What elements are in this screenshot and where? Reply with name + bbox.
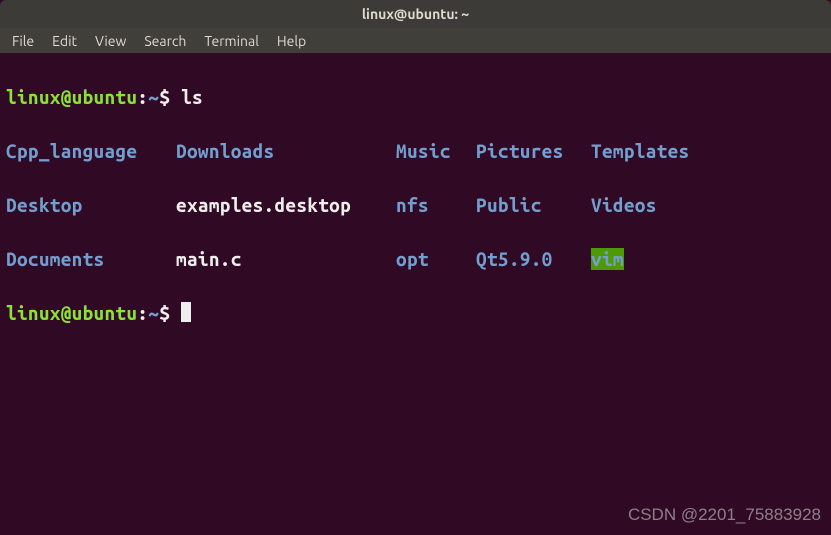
- menu-terminal[interactable]: Terminal: [196, 31, 267, 51]
- entry-opt: opt: [396, 246, 476, 273]
- menu-edit[interactable]: Edit: [44, 31, 85, 51]
- prompt-line-1: linux@ubuntu:~$ ls: [6, 84, 825, 111]
- entry-documents: Documents: [6, 246, 176, 273]
- ls-row-2: Desktopexamples.desktopnfsPublicVideos: [6, 192, 825, 219]
- ls-row-3: Documentsmain.coptQt5.9.0vim: [6, 246, 825, 273]
- terminal-cursor: [181, 302, 191, 322]
- menu-view[interactable]: View: [87, 31, 134, 51]
- menu-file[interactable]: File: [4, 31, 42, 51]
- ls-row-1: Cpp_languageDownloadsMusicPicturesTempla…: [6, 138, 825, 165]
- menu-search[interactable]: Search: [136, 31, 194, 51]
- terminal-output[interactable]: linux@ubuntu:~$ ls Cpp_languageDownloads…: [0, 53, 831, 358]
- entry-videos: Videos: [591, 192, 657, 219]
- prompt-path: ~: [148, 86, 159, 108]
- entry-examples-desktop: examples.desktop: [176, 192, 396, 219]
- entry-main-c: main.c: [176, 246, 396, 273]
- menu-help[interactable]: Help: [269, 31, 314, 51]
- entry-public: Public: [476, 192, 591, 219]
- prompt-line-2: linux@ubuntu:~$: [6, 300, 825, 327]
- entry-qt: Qt5.9.0: [476, 246, 591, 273]
- prompt-colon: :: [137, 86, 148, 108]
- entry-downloads: Downloads: [176, 138, 396, 165]
- entry-templates: Templates: [591, 138, 689, 165]
- prompt-sigil: $: [159, 86, 170, 108]
- prompt-path: ~: [148, 302, 159, 324]
- window-title: linux@ubuntu: ~: [362, 6, 469, 22]
- prompt-user: linux@ubuntu: [6, 302, 137, 324]
- entry-cpp-language: Cpp_language: [6, 138, 176, 165]
- prompt-colon: :: [137, 302, 148, 324]
- entry-pictures: Pictures: [476, 138, 591, 165]
- entry-vim: vim: [591, 248, 624, 270]
- entry-nfs: nfs: [396, 192, 476, 219]
- menubar: File Edit View Search Terminal Help: [0, 28, 831, 53]
- prompt-user: linux@ubuntu: [6, 86, 137, 108]
- prompt-sigil: $: [159, 302, 170, 324]
- entry-desktop: Desktop: [6, 192, 176, 219]
- window-titlebar: linux@ubuntu: ~: [0, 0, 831, 28]
- typed-command: ls: [181, 86, 203, 108]
- entry-music: Music: [396, 138, 476, 165]
- watermark: CSDN @2201_75883928: [628, 505, 821, 525]
